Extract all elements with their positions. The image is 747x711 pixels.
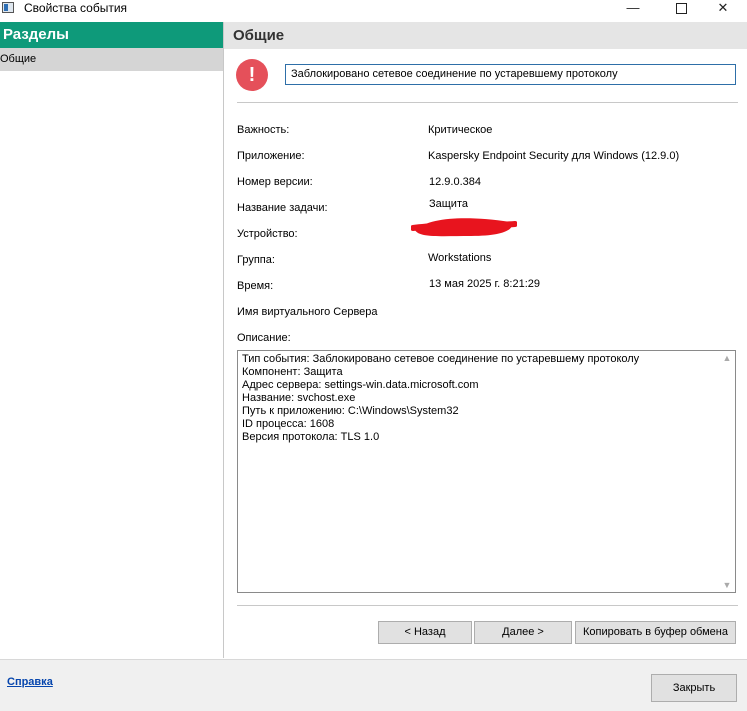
sections-header: Разделы <box>0 22 223 48</box>
maximize-button[interactable] <box>658 0 704 17</box>
application-label: Приложение: <box>237 150 305 162</box>
scroll-up-icon[interactable]: ▲ <box>719 351 735 365</box>
close-button[interactable]: Закрыть <box>651 674 737 702</box>
app-window-icon <box>2 2 14 13</box>
description-textbox[interactable]: Тип события: Заблокировано сетевое соеди… <box>237 350 736 593</box>
version-value: 12.9.0.384 <box>429 176 481 188</box>
close-window-button[interactable]: ✕ <box>700 0 746 17</box>
time-label: Время: <box>237 280 274 292</box>
severity-value: Критическое <box>428 124 493 136</box>
minimize-button[interactable]: — <box>610 0 656 17</box>
time-value: 13 мая 2025 г. 8:21:29 <box>429 278 540 290</box>
back-button[interactable]: < Назад <box>378 621 472 644</box>
event-summary-field[interactable]: Заблокировано сетевое соединение по уста… <box>285 64 736 85</box>
dialog-footer: Справка Закрыть <box>0 659 747 711</box>
virtual-server-label: Имя виртуального Сервера <box>237 306 378 318</box>
application-value: Kaspersky Endpoint Security для Windows … <box>428 150 680 162</box>
device-label: Устройство: <box>237 228 298 240</box>
sidebar-item-general[interactable]: Общие <box>0 48 223 71</box>
window-title: Свойства события <box>24 1 128 15</box>
group-value: Workstations <box>428 252 492 264</box>
divider <box>237 605 738 606</box>
description-text: Тип события: Заблокировано сетевое соеди… <box>242 353 640 443</box>
copy-to-clipboard-button[interactable]: Копировать в буфер обмена <box>575 621 736 644</box>
help-link[interactable]: Справка <box>7 676 53 688</box>
redaction-scribble <box>411 218 517 237</box>
exclamation-icon: ! <box>236 59 268 91</box>
page-title: Общие <box>224 22 747 49</box>
description-scrollbar[interactable]: ▲ ▼ <box>719 351 735 592</box>
scroll-down-icon[interactable]: ▼ <box>719 578 735 592</box>
task-name-label: Название задачи: <box>237 202 328 214</box>
next-button[interactable]: Далее > <box>474 621 572 644</box>
description-label: Описание: <box>237 332 291 344</box>
title-bar: Свойства события — ✕ <box>0 0 747 17</box>
group-label: Группа: <box>237 254 275 266</box>
severity-label: Важность: <box>237 124 290 136</box>
divider <box>237 102 738 103</box>
version-label: Номер версии: <box>237 176 313 188</box>
maximize-icon <box>675 3 687 14</box>
task-name-value: Защита <box>429 198 468 210</box>
general-panel: Общие ! Заблокировано сетевое соединение… <box>224 22 747 658</box>
sections-panel: Разделы Общие <box>0 22 224 658</box>
